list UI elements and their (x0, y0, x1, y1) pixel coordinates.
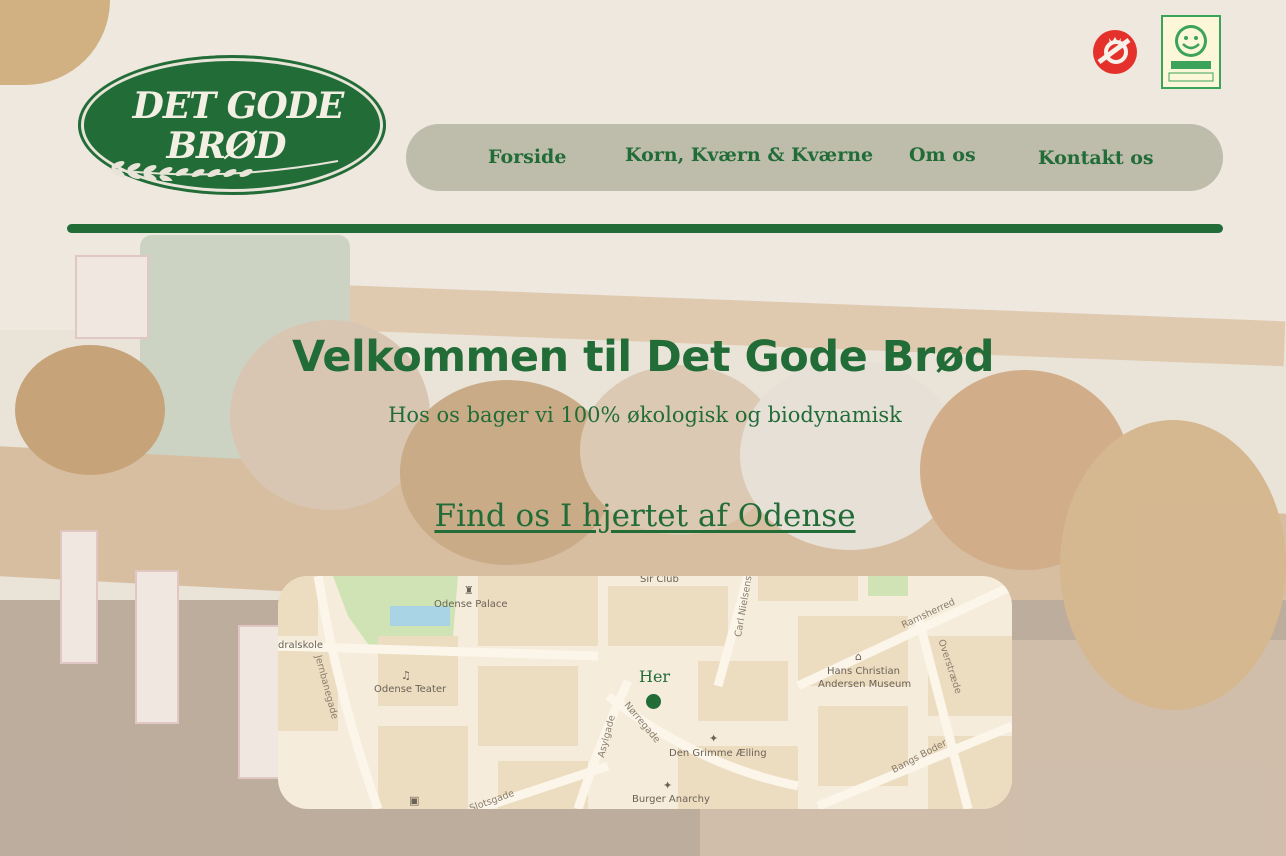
nav-item-om-os[interactable]: Om os (909, 144, 976, 166)
find-us-link[interactable]: Find os I hjertet af Odense (0, 498, 1286, 534)
elite-smiley-icon (1161, 15, 1221, 89)
map-marker-label: Her (639, 667, 671, 686)
restaurant-icon: ✦ (709, 732, 719, 745)
museum-icon: ⌂ (855, 650, 862, 663)
building-icon: ▣ (409, 794, 420, 807)
map-place-odense-palace: Odense Palace (434, 599, 508, 610)
palace-icon: ♜ (464, 584, 474, 597)
map-place-dralskole: dralskole (278, 640, 324, 651)
organic-label-icon (1089, 28, 1141, 76)
nav-item-kontakt[interactable]: Kontakt os (1038, 147, 1154, 169)
map-marker-pin[interactable] (645, 693, 662, 710)
header-divider (67, 224, 1223, 233)
page-title: Velkommen til Det Gode Brød (291, 332, 995, 382)
map-place-den-grimme: Den Grimme Ælling (669, 748, 767, 759)
map-place-odense-teater: Odense Teater (374, 684, 447, 695)
location-map[interactable]: Sir Club ♜ Odense Palace dralskole ♫ Ode… (278, 576, 1012, 809)
page-subtitle: Hos os bager vi 100% økologisk og biodyn… (388, 403, 902, 427)
map-place-sir-club: Sir Club (640, 576, 679, 585)
theater-icon: ♫ (401, 669, 411, 682)
restaurant-icon: ✦ (663, 779, 673, 792)
brand-logo[interactable]: DET GODE BRØD (78, 55, 386, 195)
map-place-burger: Burger Anarchy (632, 794, 710, 805)
map-place-hca-2: Andersen Museum (818, 679, 912, 690)
nav-item-forside[interactable]: Forside (488, 146, 566, 168)
nav-item-korn[interactable]: Korn, Kværn & Kværne (625, 144, 873, 166)
main-navigation: Forside Korn, Kværn & Kværne Om os Konta… (406, 124, 1223, 191)
map-place-hca-1: Hans Christian (827, 666, 900, 677)
wheat-icon (107, 160, 339, 181)
